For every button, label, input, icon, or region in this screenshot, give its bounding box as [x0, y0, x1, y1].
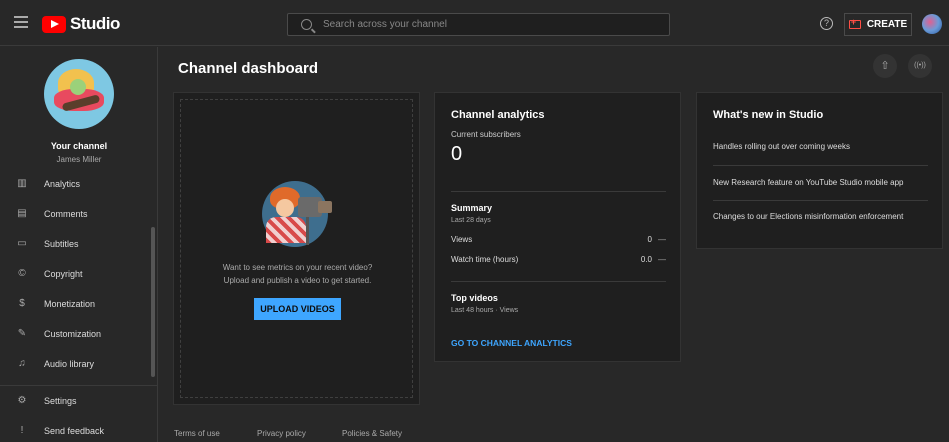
sidebar-item-label: Send feedback	[44, 426, 105, 436]
channel-name: James Miller	[56, 155, 102, 164]
metric-trend: —	[658, 235, 666, 244]
divider	[451, 191, 666, 192]
customization-icon: ✎	[17, 328, 27, 339]
news-item[interactable]: Handles rolling out over coming weeks	[713, 141, 928, 153]
whats-new-card: What's new in Studio Handles rolling out…	[696, 92, 943, 249]
sidebar-item-label: Copyright	[44, 269, 83, 279]
upload-videos-button[interactable]: UPLOAD VIDEOS	[254, 298, 341, 320]
metric-value: 0.0	[640, 255, 652, 264]
empty-state-line-1: Want to see metrics on your recent video…	[222, 263, 373, 272]
sidebar-item-label: Settings	[44, 396, 77, 406]
create-button[interactable]: CREATE	[844, 13, 912, 36]
sidebar-scrollbar[interactable]	[151, 227, 155, 377]
subtitles-icon: ▭	[17, 238, 27, 249]
search-input[interactable]	[323, 19, 643, 30]
channel-analytics-card: Channel analytics Current subscribers 0 …	[434, 92, 681, 362]
summary-period: Last 28 days	[451, 217, 491, 224]
youtube-play-icon	[42, 15, 66, 33]
analytics-icon: ▥	[17, 178, 27, 189]
summary-title: Summary	[451, 203, 493, 213]
footer-privacy-link[interactable]: Privacy policy	[257, 429, 306, 438]
metric-value: 0	[647, 235, 652, 244]
whats-new-title: What's new in Studio	[713, 109, 824, 121]
metric-trend: —	[658, 255, 666, 264]
subscribers-count: 0	[451, 143, 463, 165]
create-label: CREATE	[866, 19, 908, 30]
logo-text: Studio	[70, 14, 120, 33]
top-bar: Studio ? CREATE	[0, 0, 949, 46]
channel-title: Your channel	[50, 141, 108, 151]
analytics-title: Channel analytics	[451, 109, 545, 121]
sidebar-bottom-nav: ⚙ Settings ! Send feedback	[0, 385, 158, 442]
subscribers-label: Current subscribers	[451, 130, 521, 139]
sidebar-item-label: Monetization	[44, 299, 96, 309]
metric-label: Watch time (hours)	[451, 255, 519, 264]
sidebar-item-send-feedback[interactable]: ! Send feedback	[0, 416, 158, 442]
menu-icon[interactable]	[14, 16, 28, 28]
footer-terms-link[interactable]: Terms of use	[174, 429, 220, 438]
divider	[713, 165, 928, 166]
go-live-icon[interactable]: ((•))	[908, 54, 932, 78]
divider	[451, 281, 666, 282]
camera-person-illustration	[262, 181, 334, 253]
news-item[interactable]: New Research feature on YouTube Studio m…	[713, 177, 928, 189]
metric-row-views: Views 0 —	[451, 235, 666, 244]
help-icon[interactable]: ?	[820, 17, 833, 30]
go-to-channel-analytics-link[interactable]: GO TO CHANNEL ANALYTICS	[451, 338, 572, 348]
account-avatar[interactable]	[922, 14, 942, 34]
sidebar-item-label: Comments	[44, 209, 88, 219]
sidebar-item-settings[interactable]: ⚙ Settings	[0, 386, 158, 416]
sidebar-item-analytics[interactable]: ▥ Analytics	[0, 169, 158, 199]
empty-state-text: Want to see metrics on your recent video…	[174, 261, 421, 287]
sidebar-item-copyright[interactable]: © Copyright	[0, 259, 158, 289]
top-videos-title: Top videos	[451, 293, 498, 303]
sidebar-item-subtitles[interactable]: ▭ Subtitles	[0, 229, 158, 259]
sidebar-item-comments[interactable]: ▤ Comments	[0, 199, 158, 229]
sidebar-item-label: Audio library	[44, 359, 95, 369]
search-bar[interactable]	[287, 13, 670, 36]
sidebar: Your channel James Miller ▥ Analytics ▤ …	[0, 47, 158, 442]
studio-logo[interactable]: Studio	[42, 14, 120, 34]
copyright-icon: ©	[18, 268, 26, 279]
video-metrics-card: Want to see metrics on your recent video…	[173, 92, 420, 405]
audio-library-icon: ♫	[18, 358, 26, 369]
sidebar-nav: ▥ Analytics ▤ Comments ▭ Subtitles © Cop…	[0, 169, 158, 379]
comments-icon: ▤	[17, 208, 27, 219]
sidebar-item-label: Analytics	[44, 179, 81, 189]
create-video-icon	[848, 17, 861, 29]
sidebar-item-customization[interactable]: ✎ Customization	[0, 319, 158, 349]
footer-policies-link[interactable]: Policies & Safety	[342, 429, 402, 438]
top-videos-period: Last 48 hours · Views	[451, 307, 519, 314]
empty-state-line-2: Upload and publish a video to get starte…	[223, 276, 372, 285]
sidebar-item-monetization[interactable]: $ Monetization	[0, 289, 158, 319]
page-title: Channel dashboard	[178, 60, 319, 77]
divider	[713, 200, 928, 201]
sidebar-item-label: Customization	[44, 329, 102, 339]
sidebar-item-audio-library[interactable]: ♫ Audio library	[0, 349, 158, 379]
feedback-icon: !	[20, 425, 24, 436]
search-icon	[301, 19, 312, 30]
metric-row-watch-time: Watch time (hours) 0.0 —	[451, 255, 666, 264]
news-item[interactable]: Changes to our Elections misinformation …	[713, 211, 928, 223]
settings-icon: ⚙	[17, 395, 27, 406]
monetization-icon: $	[19, 298, 25, 309]
metric-label: Views	[451, 235, 473, 244]
upload-icon[interactable]: ⇧	[873, 54, 897, 78]
sidebar-item-label: Subtitles	[44, 239, 79, 249]
channel-avatar[interactable]	[44, 59, 114, 129]
